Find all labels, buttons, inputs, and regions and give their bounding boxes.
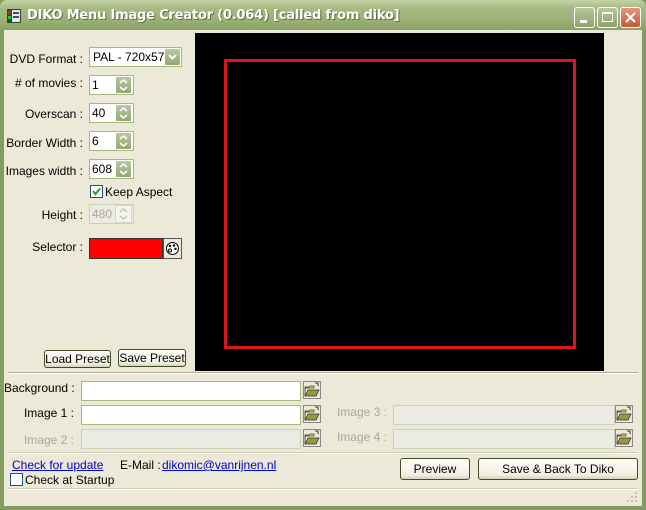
app-window: DIKO Menu Image Creator (0.064) [called … — [0, 0, 646, 510]
image4-open-folder-icon[interactable] — [615, 429, 633, 447]
preview-button[interactable]: Preview — [400, 458, 470, 480]
selector-label: Selector : — [32, 240, 83, 254]
minimize-icon — [580, 20, 587, 23]
border-width-spinner[interactable] — [115, 132, 132, 150]
image3-open-folder-icon[interactable] — [615, 405, 633, 423]
background-label: Background : — [4, 381, 75, 395]
border-width-label: Border Width : — [6, 136, 83, 150]
image2-input — [81, 429, 301, 449]
spin-arrows-icon — [119, 135, 128, 147]
background-open-folder-icon[interactable] — [303, 381, 321, 399]
check-at-startup-checkbox[interactable] — [10, 473, 23, 486]
email-link[interactable]: dikomic@vanrijnen.nl — [162, 458, 276, 472]
preview-canvas — [195, 33, 604, 371]
email-label: E-Mail : — [120, 458, 161, 472]
close-icon — [625, 12, 636, 23]
dvd-format-value: PAL - 720x576 — [93, 50, 172, 64]
separator — [8, 372, 638, 374]
image4-label: Image 4 : — [336, 430, 387, 444]
height-spinner — [115, 205, 132, 223]
separator — [8, 452, 638, 454]
spin-arrows-icon — [119, 107, 128, 119]
client-area: DVD Format : PAL - 720x576 # of movies :… — [4, 30, 642, 506]
app-icon — [7, 9, 21, 23]
check-at-startup-label: Check at Startup — [25, 473, 115, 487]
palette-icon — [166, 242, 179, 255]
images-width-spinner[interactable] — [115, 160, 132, 178]
close-button[interactable] — [620, 7, 641, 28]
height-label: Height : — [41, 208, 83, 222]
title-bar[interactable]: DIKO Menu Image Creator (0.064) [called … — [0, 0, 646, 30]
movies-label: # of movies : — [14, 76, 83, 90]
dvd-format-label: DVD Format : — [9, 52, 83, 66]
image2-label: Image 2 : — [23, 433, 74, 447]
resize-grip-icon[interactable] — [626, 491, 638, 503]
spin-arrows-icon — [119, 79, 128, 91]
color-picker-button[interactable] — [163, 238, 182, 259]
load-preset-button[interactable]: Load Preset — [44, 350, 111, 368]
border-width-value: 6 — [92, 134, 99, 148]
maximize-button[interactable] — [597, 7, 618, 28]
minimize-button[interactable] — [574, 7, 595, 28]
movies-value: 1 — [92, 78, 99, 92]
overscan-label: Overscan : — [24, 107, 83, 121]
images-width-label: Images width : — [5, 164, 83, 178]
image1-label: Image 1 : — [23, 406, 74, 420]
overscan-value: 40 — [92, 106, 106, 120]
dvd-format-dropdown-button[interactable] — [164, 48, 181, 66]
save-preset-button[interactable]: Save Preset — [118, 349, 186, 367]
movies-spinner[interactable] — [115, 76, 132, 94]
save-back-button[interactable]: Save & Back To Diko — [478, 458, 638, 480]
window-title: DIKO Menu Image Creator (0.064) [called … — [27, 8, 400, 23]
checkmark-icon — [92, 187, 101, 196]
images-width-value: 608 — [92, 162, 113, 176]
selector-rectangle — [224, 59, 576, 349]
spin-arrows-icon — [119, 163, 128, 175]
maximize-icon — [602, 12, 613, 22]
keep-aspect-label: Keep Aspect — [105, 185, 173, 199]
height-value: 480 — [92, 207, 113, 221]
selector-color-swatch[interactable] — [89, 238, 163, 259]
keep-aspect-checkbox[interactable] — [90, 185, 103, 198]
check-for-update-link[interactable]: Check for update — [12, 458, 103, 472]
image3-input — [393, 405, 615, 425]
spin-arrows-icon — [119, 208, 128, 220]
image4-input — [393, 429, 615, 449]
image3-label: Image 3 : — [336, 405, 387, 419]
chevron-down-icon — [168, 54, 177, 60]
status-separator — [8, 488, 638, 490]
image1-input[interactable] — [81, 405, 301, 425]
overscan-spinner[interactable] — [115, 104, 132, 122]
background-input[interactable] — [81, 381, 301, 401]
